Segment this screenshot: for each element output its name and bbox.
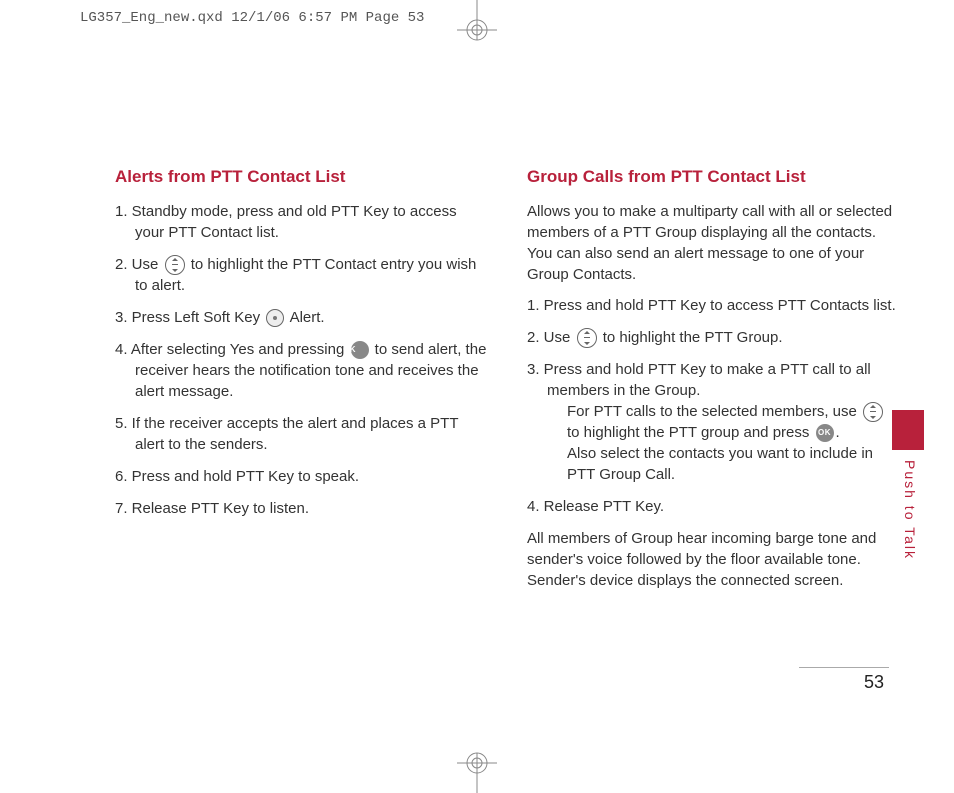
group-calls-heading: Group Calls from PTT Contact List	[527, 165, 899, 189]
list-item: 4. After selecting Yes and pressing OK t…	[115, 339, 487, 402]
text-fragment: to highlight the PTT Group.	[599, 329, 783, 346]
page-divider-line	[799, 667, 889, 668]
text-fragment: Alert.	[286, 309, 324, 326]
list-item: 7. Release PTT Key to listen.	[115, 498, 487, 519]
text-fragment: .	[836, 424, 840, 441]
nav-scroll-icon	[165, 255, 185, 275]
section-label: Push to Talk	[902, 460, 918, 560]
group-calls-list: 1. Press and hold PTT Key to access PTT …	[527, 295, 899, 517]
ok-key-icon: OK	[816, 424, 834, 442]
text-fragment: 3. Press and hold PTT Key to make a PTT …	[527, 361, 871, 399]
text-fragment: 2. Use	[527, 329, 575, 346]
text-fragment: 4. After selecting Yes and pressing	[115, 341, 349, 358]
text-fragment: For PTT calls to the selected members, u…	[567, 403, 861, 420]
crop-mark-bottom	[457, 733, 497, 793]
left-column: Alerts from PTT Contact List 1. Standby …	[115, 165, 487, 601]
outro-paragraph: All members of Group hear incoming barge…	[527, 528, 899, 591]
list-item: 3. Press Left Soft Key Alert.	[115, 307, 487, 328]
nav-scroll-icon	[863, 402, 883, 422]
text-fragment: to highlight the PTT Contact entry you w…	[135, 256, 476, 294]
list-item: 4. Release PTT Key.	[527, 496, 899, 517]
text-fragment: 3. Press Left Soft Key	[115, 309, 264, 326]
list-item: 6. Press and hold PTT Key to speak.	[115, 466, 487, 487]
alerts-list: 1. Standby mode, press and old PTT Key t…	[115, 201, 487, 519]
list-item: 2. Use to highlight the PTT Group.	[527, 327, 899, 348]
text-fragment: Also select the contacts you want to inc…	[567, 445, 873, 483]
list-item: 1. Press and hold PTT Key to access PTT …	[527, 295, 899, 316]
list-item: 3. Press and hold PTT Key to make a PTT …	[527, 359, 899, 485]
list-item: 2. Use to highlight the PTT Contact entr…	[115, 254, 487, 296]
crop-mark-top	[457, 0, 497, 60]
page-content: Alerts from PTT Contact List 1. Standby …	[115, 165, 899, 601]
list-item: 5. If the receiver accepts the alert and…	[115, 413, 487, 455]
right-column: Group Calls from PTT Contact List Allows…	[527, 165, 899, 601]
intro-paragraph: Allows you to make a multiparty call wit…	[527, 201, 899, 285]
page-number: 53	[864, 672, 884, 693]
soft-key-icon	[266, 309, 284, 327]
list-item: 1. Standby mode, press and old PTT Key t…	[115, 201, 487, 243]
section-tab	[892, 410, 924, 450]
text-fragment: to highlight the PTT group and press	[567, 424, 814, 441]
ok-key-icon: OK	[351, 341, 369, 359]
nav-scroll-icon	[577, 328, 597, 348]
sub-paragraph: For PTT calls to the selected members, u…	[547, 401, 899, 485]
alerts-heading: Alerts from PTT Contact List	[115, 165, 487, 189]
text-fragment: 2. Use	[115, 256, 163, 273]
print-job-header: LG357_Eng_new.qxd 12/1/06 6:57 PM Page 5…	[80, 10, 424, 26]
